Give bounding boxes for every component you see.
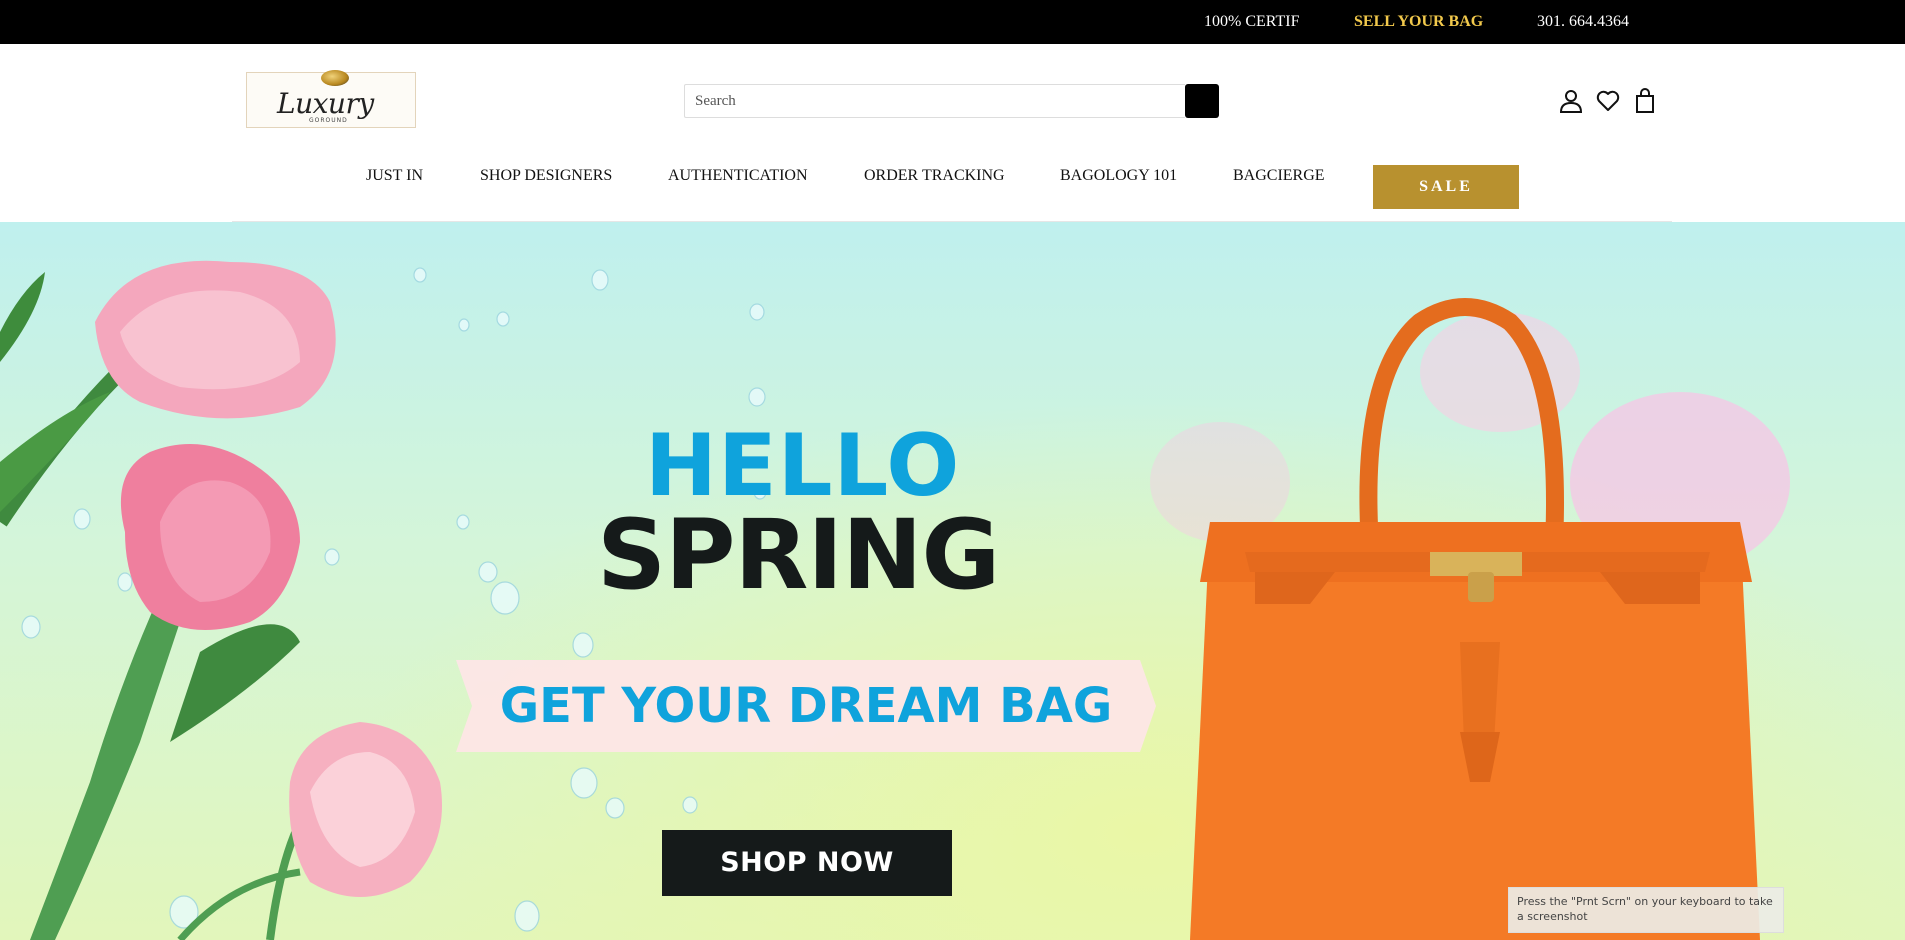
logo-script-text: Luxury	[277, 87, 374, 120]
sale-button[interactable]: SALE	[1373, 165, 1519, 209]
ribbon-text-container: GET YOUR DREAM BAG	[456, 660, 1156, 752]
nav-bagology-101[interactable]: BAGOLOGY 101	[1060, 166, 1177, 186]
shopping-bag-icon[interactable]	[1632, 88, 1658, 114]
nav-just-in[interactable]: JUST IN	[366, 166, 423, 186]
nav-bagcierge[interactable]: BAGCIERGE	[1233, 166, 1325, 186]
nav-order-tracking[interactable]: ORDER TRACKING	[864, 166, 1005, 186]
screenshot-tooltip: Press the "Prnt Scrn" on your keyboard t…	[1508, 887, 1784, 933]
hero-banner[interactable]: HELLO SPRING GET YOUR DREAM BAG SHOP NOW	[0, 222, 1905, 940]
logo[interactable]: Luxury GOROUND	[246, 70, 416, 128]
authenticity-text: 100% CERTIFIED AUTHENTIC	[1204, 13, 1299, 30]
main-nav: JUST IN SHOP DESIGNERS AUTHENTICATION OR…	[0, 152, 1905, 209]
heart-icon[interactable]	[1595, 88, 1621, 114]
search-bar	[684, 84, 1219, 118]
announcement-bar: 100% CERTIFIED AUTHENTIC SELL YOUR BAG 3…	[0, 0, 1905, 44]
ribbon-text: GET YOUR DREAM BAG	[499, 678, 1113, 734]
tulip-illustrations	[0, 260, 442, 940]
sell-your-bag-link[interactable]: SELL YOUR BAG	[1354, 12, 1483, 32]
search-input[interactable]	[684, 84, 1185, 118]
logo-subtitle: GOROUND	[309, 117, 348, 124]
logo-emblem	[321, 70, 349, 86]
search-button[interactable]	[1185, 84, 1219, 118]
shop-now-button[interactable]: SHOP NOW	[662, 830, 952, 896]
nav-shop-designers[interactable]: SHOP DESIGNERS	[480, 166, 612, 186]
search-icon	[1194, 93, 1206, 105]
site-header: Luxury GOROUND JUST IN SHOP DESIGNERS AU…	[0, 44, 1905, 222]
phone-number-link[interactable]: 301. 664.4364	[1537, 12, 1629, 32]
user-icon[interactable]	[1558, 88, 1584, 114]
hero-headline-spring: SPRING	[597, 499, 1000, 611]
nav-authentication[interactable]: AUTHENTICATION	[668, 166, 808, 186]
